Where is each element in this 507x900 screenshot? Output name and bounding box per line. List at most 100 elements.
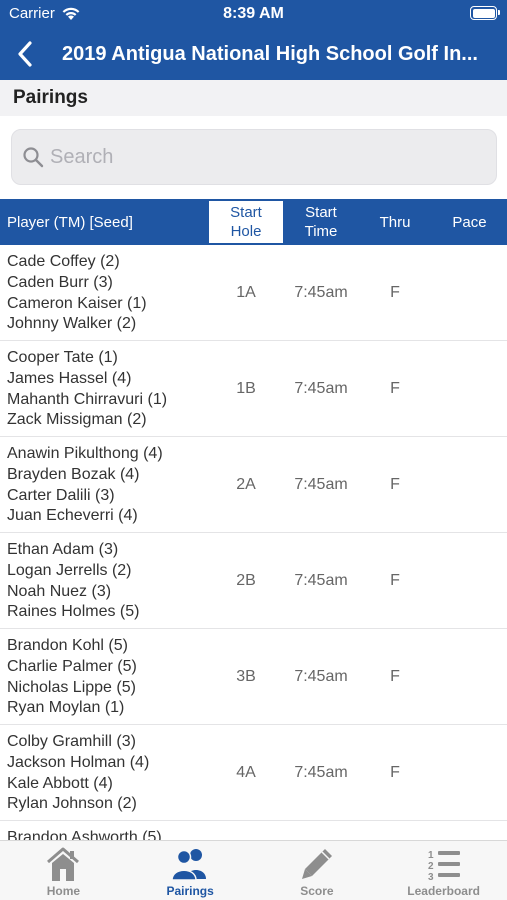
top-bar: Carrier 8:39 AM 2019 Antigua National Hi… — [0, 0, 507, 80]
thru-cell: F — [390, 380, 400, 397]
thru-cell: F — [390, 572, 400, 589]
player-name: Charlie Palmer (5) — [7, 657, 137, 675]
players-cell: Anawin Pikulthong (4) Brayden Bozak (4) … — [7, 444, 163, 527]
start-time-cell: 7:45am — [294, 572, 348, 589]
player-name: Juan Echeverri (4) — [7, 507, 138, 525]
tab-leaderboard-label: Leaderboard — [407, 884, 480, 898]
start-time-cell: 7:45am — [294, 284, 348, 301]
start-hole-cell: 1A — [236, 284, 256, 301]
player-name: Cooper Tate (1) — [7, 349, 118, 366]
player-name: Cade Coffey (2) — [7, 253, 120, 270]
player-name: Brandon Ashworth (5) — [7, 829, 162, 840]
thru-cell: F — [390, 764, 400, 781]
players-cell: Brandon Kohl (5) Charlie Palmer (5) Nich… — [7, 636, 137, 719]
tab-pairings-label: Pairings — [166, 884, 214, 898]
section-header: Pairings — [0, 80, 507, 116]
search-input[interactable] — [50, 145, 470, 169]
players-cell: Brandon Ashworth (5) — [7, 828, 162, 840]
player-name: Cameron Kaiser (1) — [7, 294, 147, 312]
player-name: Caden Burr (3) — [7, 273, 113, 291]
search-bar[interactable] — [11, 129, 497, 185]
start-time-cell: 7:45am — [294, 668, 348, 685]
svg-text:1: 1 — [428, 850, 434, 861]
clock: 8:39 AM — [223, 5, 284, 22]
player-name: Rylan Johnson (2) — [7, 795, 137, 813]
start-time-cell: 7:45am — [294, 764, 348, 781]
player-name: Ethan Adam (3) — [7, 541, 119, 558]
players-cell: Colby Gramhill (3) Jackson Holman (4) Ka… — [7, 732, 149, 815]
start-hole-cell — [208, 821, 284, 840]
svg-text:3: 3 — [428, 872, 434, 883]
column-header-player[interactable]: Player (TM) [Seed] — [7, 199, 133, 245]
navigation-bar: 2019 Antigua National High School Golf I… — [0, 28, 507, 80]
table-row[interactable]: Ethan Adam (3) Logan Jerrells (2) Noah N… — [0, 533, 507, 629]
start-hole-line2: Hole — [230, 223, 262, 240]
back-button[interactable] — [0, 28, 50, 80]
start-hole-cell: 1B — [236, 380, 256, 397]
table-row[interactable]: Brandon Kohl (5) Charlie Palmer (5) Nich… — [0, 629, 507, 725]
table-row[interactable]: Cade Coffey (2) Caden Burr (3) Cameron K… — [0, 245, 507, 341]
start-time-cell: 7:45am — [294, 380, 348, 397]
home-icon — [47, 847, 80, 881]
thru-cell: F — [390, 476, 400, 493]
table-row[interactable]: Cooper Tate (1) James Hassel (4) Mahanth… — [0, 341, 507, 437]
search-icon — [23, 147, 44, 168]
tab-pairings[interactable]: Pairings — [127, 841, 254, 900]
player-name: Brayden Bozak (4) — [7, 465, 140, 483]
users-icon — [171, 849, 207, 881]
player-name: Mahanth Chirravuri (1) — [7, 390, 168, 408]
column-header-start-time[interactable]: Start Time — [288, 199, 354, 245]
start-hole-line1: Start — [230, 204, 262, 221]
player-name: Nicholas Lippe (5) — [7, 678, 136, 696]
player-name: Logan Jerrells (2) — [7, 561, 132, 579]
column-header-thru[interactable]: Thru — [362, 199, 428, 245]
start-time-line2: Time — [304, 223, 338, 240]
player-name: Anawin Pikulthong (4) — [7, 445, 163, 462]
player-name: Carter Dalili (3) — [7, 486, 115, 504]
player-name: Noah Nuez (3) — [7, 582, 112, 600]
battery-icon — [470, 6, 500, 20]
tab-bar: Home Pairings Score 1 2 3 Leaderboard — [0, 840, 507, 900]
player-name: Kale Abbott (4) — [7, 774, 113, 792]
thru-cell — [362, 821, 428, 840]
start-hole-cell: 3B — [236, 668, 256, 685]
player-name: Raines Holmes (5) — [7, 603, 140, 621]
start-hole-cell: 2B — [236, 572, 256, 589]
player-name: Ryan Moylan (1) — [7, 699, 125, 717]
player-name: Jackson Holman (4) — [7, 753, 150, 771]
player-name: James Hassel (4) — [7, 369, 132, 387]
start-hole-cell: 4A — [236, 764, 256, 781]
players-cell: Cade Coffey (2) Caden Burr (3) Cameron K… — [7, 252, 147, 335]
players-cell: Ethan Adam (3) Logan Jerrells (2) Noah N… — [7, 540, 139, 623]
thru-cell: F — [390, 284, 400, 301]
players-cell: Cooper Tate (1) James Hassel (4) Mahanth… — [7, 348, 167, 431]
start-time-cell — [286, 821, 356, 840]
tab-leaderboard[interactable]: 1 2 3 Leaderboard — [380, 841, 507, 900]
player-name: Johnny Walker (2) — [7, 315, 137, 333]
start-hole-cell: 2A — [236, 476, 256, 493]
start-time-line1: Start — [305, 204, 337, 221]
tab-home[interactable]: Home — [0, 841, 127, 900]
leaderboard-icon: 1 2 3 — [428, 850, 460, 883]
player-name: Brandon Kohl (5) — [7, 637, 128, 654]
tab-score[interactable]: Score — [254, 841, 381, 900]
thru-cell: F — [390, 668, 400, 685]
chevron-left-icon — [18, 41, 32, 67]
pencil-icon — [301, 849, 332, 879]
tab-score-label: Score — [300, 884, 334, 898]
status-bar: Carrier 8:39 AM — [0, 0, 507, 28]
player-name: Zack Missigman (2) — [7, 411, 147, 429]
search-area — [0, 116, 507, 198]
table-row[interactable]: Brandon Ashworth (5) — [0, 821, 507, 840]
start-time-cell: 7:45am — [294, 476, 348, 493]
pairings-list[interactable]: Cade Coffey (2) Caden Burr (3) Cameron K… — [0, 245, 507, 840]
page-title: 2019 Antigua National High School Golf I… — [62, 42, 478, 65]
column-header-start-hole[interactable]: Start Hole — [208, 200, 284, 244]
column-header-pace[interactable]: Pace — [437, 199, 502, 245]
section-title: Pairings — [13, 87, 88, 108]
tab-home-label: Home — [46, 884, 81, 898]
player-name: Colby Gramhill (3) — [7, 733, 136, 750]
table-row[interactable]: Anawin Pikulthong (4) Brayden Bozak (4) … — [0, 437, 507, 533]
table-row[interactable]: Colby Gramhill (3) Jackson Holman (4) Ka… — [0, 725, 507, 821]
svg-text:2: 2 — [428, 861, 434, 872]
